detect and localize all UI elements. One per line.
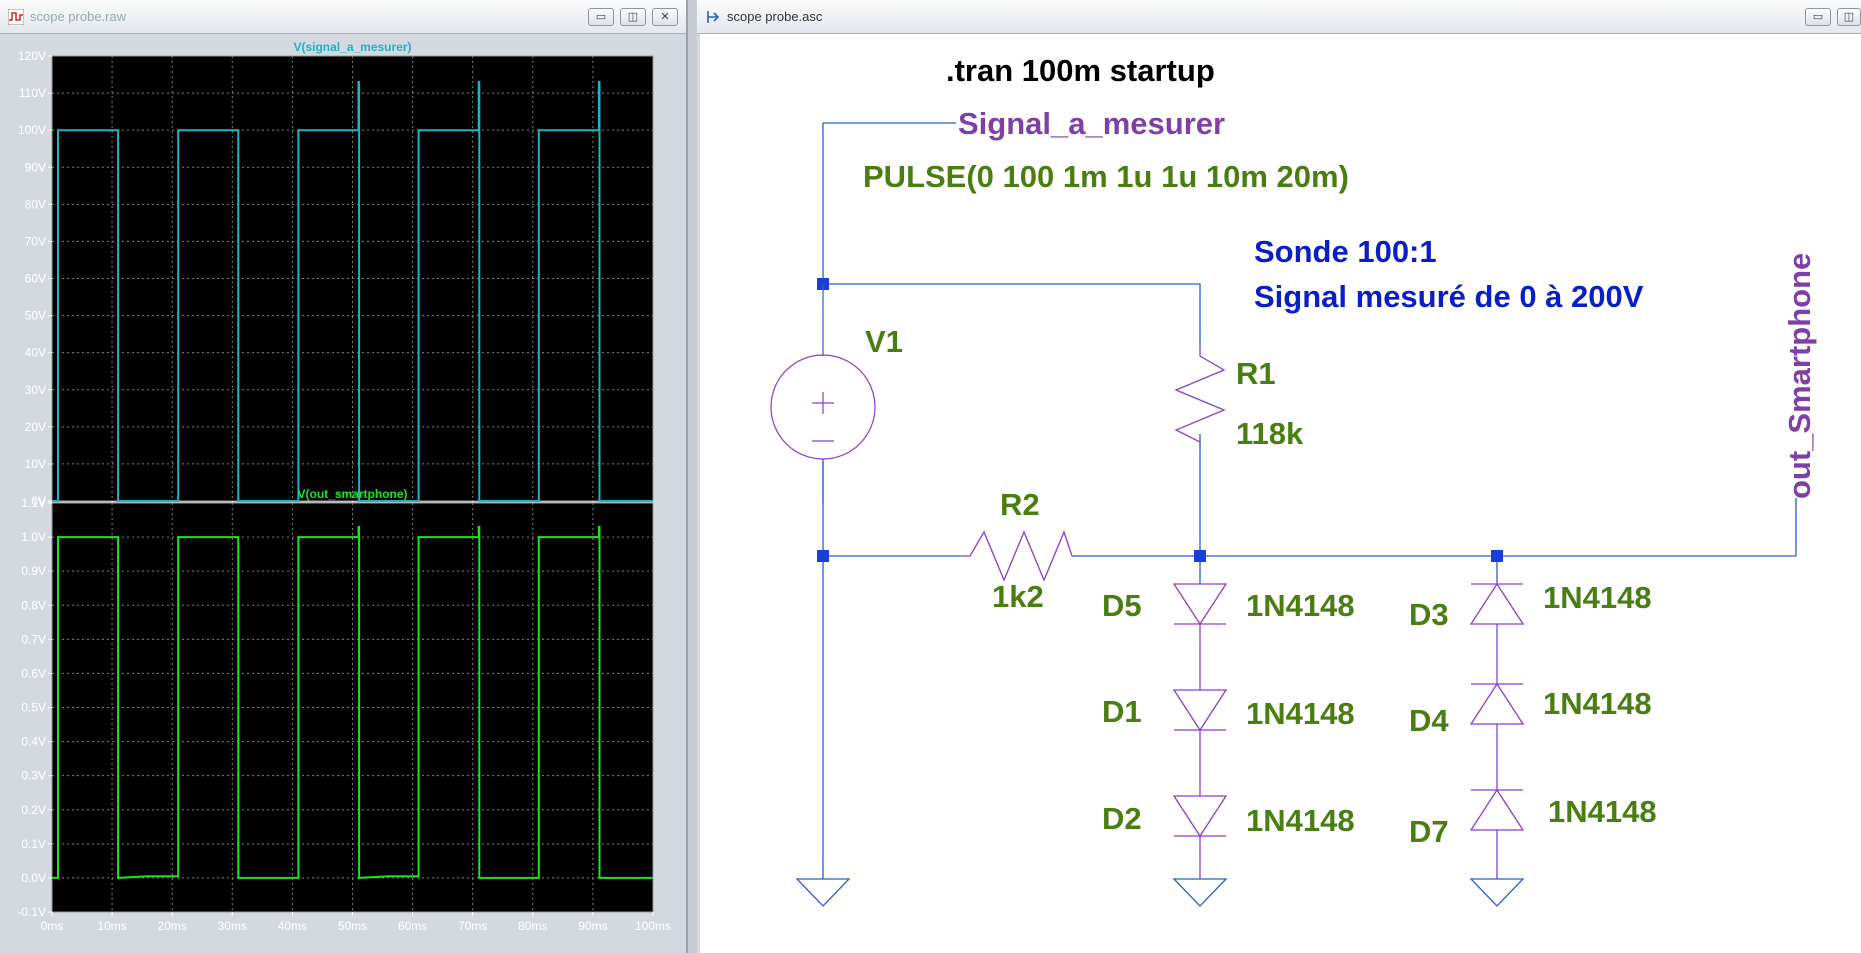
- y-tick-label: 90V: [25, 160, 46, 174]
- waveform-plots[interactable]: V(signal_a_mesurer) 120V 110V 100V 90V 80V 70V…: [0, 34, 686, 953]
- waveform-pane: V(out_smartphone) 1.1V 1.0V 0.9V 0.8V 0.7V 0.6…: [17, 487, 671, 933]
- r1-value[interactable]: 118k: [1236, 416, 1304, 451]
- diode-value[interactable]: 1N4148: [1548, 794, 1657, 829]
- diode-value[interactable]: 1N4148: [1543, 580, 1652, 615]
- schematic-window[interactable]: scope probe.asc ▭ ◫ .tran 100m startup S…: [697, 0, 1861, 953]
- y-tick-label: 0.1V: [21, 837, 46, 851]
- diode-name[interactable]: D7: [1409, 814, 1449, 849]
- diode-name[interactable]: D4: [1409, 703, 1449, 738]
- y-tick-label: 110V: [19, 86, 46, 100]
- x-tick-label: 100ms: [635, 919, 671, 933]
- comment-line-1[interactable]: Sonde 100:1: [1254, 234, 1437, 269]
- x-tick-label: 10ms: [97, 919, 126, 933]
- restore-button[interactable]: ◫: [620, 8, 646, 26]
- y-tick-label: 50V: [25, 309, 46, 323]
- sim-directive[interactable]: .tran 100m startup: [946, 53, 1215, 88]
- waveform-window[interactable]: scope probe.raw ▭ ◫ ✕ V(signal_a_mesurer…: [0, 0, 688, 953]
- comment-line-2[interactable]: Signal mesuré de 0 à 200V: [1254, 279, 1644, 314]
- x-tick-label: 90ms: [578, 919, 607, 933]
- y-tick-label: 0.6V: [21, 666, 46, 680]
- x-tick-label: 0ms: [41, 919, 64, 933]
- diode-value[interactable]: 1N4148: [1543, 686, 1652, 721]
- junction-dot: [817, 550, 829, 562]
- diode-value[interactable]: 1N4148: [1246, 588, 1355, 623]
- y-tick-label: 0.0V: [21, 871, 46, 885]
- y-tick-label: 20V: [25, 420, 46, 434]
- x-tick-label: 60ms: [398, 919, 427, 933]
- diode-value[interactable]: 1N4148: [1246, 803, 1355, 838]
- x-tick-label: 40ms: [278, 919, 307, 933]
- x-tick-label: 30ms: [218, 919, 247, 933]
- y-tick-label: 1.1V: [21, 496, 46, 510]
- y-tick-label: 1.0V: [21, 530, 46, 544]
- trace-title: V(out_smartphone): [297, 487, 407, 501]
- trace-title: V(signal_a_mesurer): [293, 40, 411, 54]
- y-tick-label: 70V: [25, 234, 46, 248]
- source-value[interactable]: PULSE(0 100 1m 1u 1u 10m 20m): [863, 159, 1349, 194]
- y-tick-label: 0.3V: [21, 769, 46, 783]
- r2-name[interactable]: R2: [1000, 487, 1040, 522]
- junction-dot: [1194, 550, 1206, 562]
- net-label-signal[interactable]: Signal_a_mesurer: [958, 106, 1225, 141]
- y-tick-label: 120V: [18, 49, 46, 63]
- minimize-button[interactable]: ▭: [588, 8, 614, 26]
- restore-button[interactable]: ◫: [1837, 8, 1861, 26]
- y-tick-label: 60V: [25, 272, 46, 286]
- y-tick-label: -0.1V: [17, 905, 46, 919]
- waveform-titlebar[interactable]: scope probe.raw ▭ ◫ ✕: [0, 0, 686, 34]
- x-tick-label: 80ms: [518, 919, 547, 933]
- r2-value[interactable]: 1k2: [992, 579, 1044, 614]
- x-tick-label: 50ms: [338, 919, 367, 933]
- waveform-window-title: scope probe.raw: [30, 9, 127, 24]
- minimize-button[interactable]: ▭: [1805, 8, 1831, 26]
- y-tick-label: 100V: [18, 123, 46, 137]
- schematic-icon: [707, 11, 720, 23]
- y-tick-label: 10V: [25, 457, 46, 471]
- r1-name[interactable]: R1: [1236, 356, 1276, 391]
- junction-dot: [1491, 550, 1503, 562]
- y-tick-label: 0.5V: [21, 701, 46, 715]
- source-name[interactable]: V1: [865, 324, 903, 359]
- y-tick-label: 0.9V: [21, 564, 46, 578]
- y-tick-label: 80V: [25, 197, 46, 211]
- diode-name[interactable]: D1: [1102, 694, 1142, 729]
- y-tick-label: 0.4V: [21, 735, 46, 749]
- schematic-window-title: scope probe.asc: [727, 9, 823, 24]
- y-tick-label: 0.8V: [21, 598, 46, 612]
- waveform-icon: [8, 9, 24, 25]
- y-tick-label: 30V: [25, 383, 46, 397]
- diode-name[interactable]: D2: [1102, 801, 1142, 836]
- x-tick-label: 20ms: [158, 919, 187, 933]
- y-tick-label: 40V: [25, 346, 46, 360]
- schematic-canvas[interactable]: .tran 100m startup Signal_a_mesurer PULS…: [700, 34, 1861, 953]
- waveform-pane: V(signal_a_mesurer) 120V 110V 100V 90V 80V 70V…: [18, 40, 654, 508]
- y-tick-label: 0.7V: [21, 632, 46, 646]
- x-tick-label: 70ms: [458, 919, 487, 933]
- schematic-titlebar[interactable]: scope probe.asc ▭ ◫: [697, 0, 1861, 34]
- diode-name[interactable]: D5: [1102, 588, 1142, 623]
- diode-name[interactable]: D3: [1409, 597, 1449, 632]
- diode-value[interactable]: 1N4148: [1246, 696, 1355, 731]
- close-button[interactable]: ✕: [652, 8, 678, 26]
- window-splitter[interactable]: [688, 0, 697, 953]
- y-tick-label: 0.2V: [21, 803, 46, 817]
- net-label-out[interactable]: out_Smartphone: [1782, 253, 1817, 499]
